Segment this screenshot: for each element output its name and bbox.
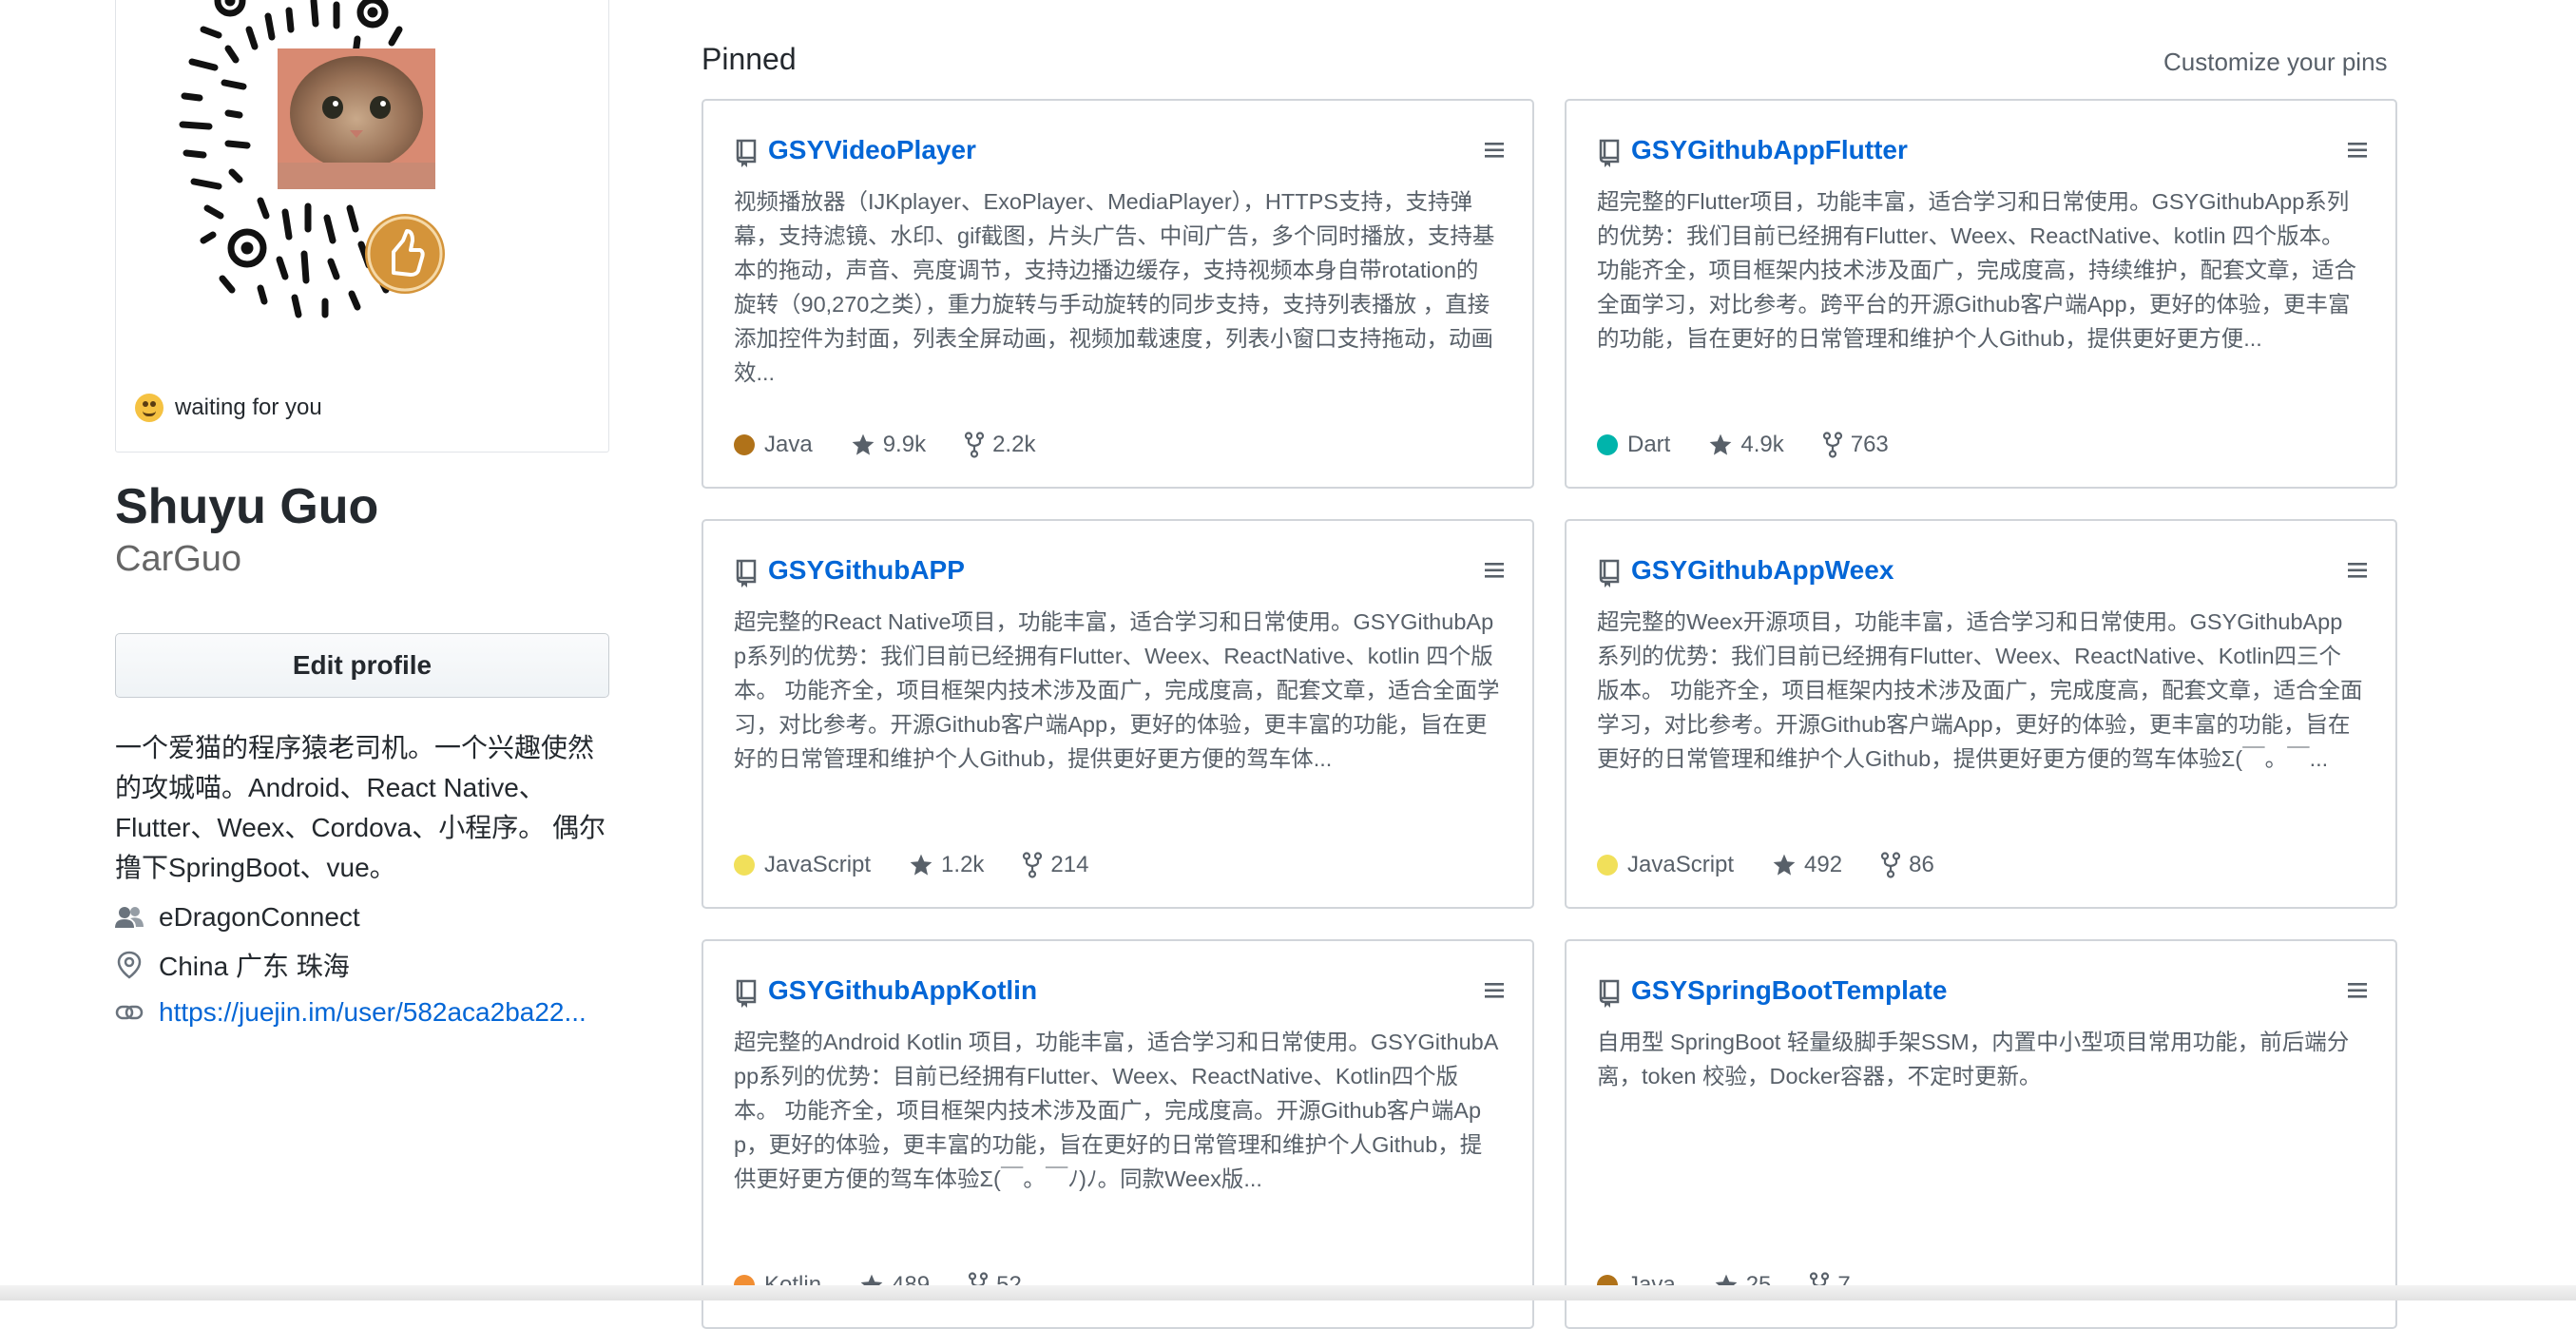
fork-count: 86 — [1909, 852, 1934, 877]
repo-meta: JavaScript 1.2k 214 — [734, 848, 1126, 882]
pinned-repo-card: GSYGithubAPP 超完整的React Native项目，功能丰富，适合学… — [702, 519, 1534, 909]
repo-forks[interactable]: 214 — [1022, 852, 1088, 878]
drag-handle-icon[interactable] — [2348, 563, 2367, 578]
pinned-heading: Pinned — [702, 42, 797, 76]
location-pin-icon — [117, 951, 142, 979]
repo-stars[interactable]: 4.9k — [1708, 432, 1784, 458]
repo-name-link[interactable]: GSYVideoPlayer — [768, 135, 976, 165]
status-text: waiting for you — [175, 395, 322, 420]
repo-description: 自用型 SpringBoot 轻量级脚手架SSM，内置中小型项目常用功能，前后端… — [1597, 1030, 2350, 1088]
drag-handle-icon[interactable] — [1485, 143, 1504, 158]
repo-icon — [736, 139, 757, 167]
repo-stars[interactable]: 492 — [1772, 852, 1842, 878]
repo-name-link[interactable]: GSYGithubAppKotlin — [768, 975, 1037, 1006]
repo-stars[interactable]: 9.9k — [851, 432, 926, 458]
repo-icon — [1599, 979, 1620, 1008]
drag-handle-icon[interactable] — [1485, 563, 1504, 578]
customize-pins-link[interactable]: Customize your pins — [2163, 48, 2388, 77]
repo-forks[interactable]: 2.2k — [964, 432, 1035, 458]
language-name: Java — [764, 432, 813, 457]
organization-detail: eDragonConnect — [115, 898, 360, 936]
language-color-dot — [734, 434, 755, 455]
website-detail: https://juejin.im/user/582aca2ba22... — [115, 993, 586, 1031]
star-count: 492 — [1804, 852, 1843, 877]
pinned-repo-card: GSYGithubAppKotlin 超完整的Android Kotlin 项目… — [702, 939, 1534, 1329]
qr-code-avatar — [179, 0, 445, 318]
repo-meta: JavaScript 492 86 — [1597, 848, 1972, 882]
website-link[interactable]: https://juejin.im/user/582aca2ba22... — [159, 997, 586, 1028]
repo-name-link[interactable]: GSYGithubAPP — [768, 555, 965, 586]
repo-language: JavaScript — [1597, 852, 1734, 878]
repo-description: 视频播放器（IJKplayer、ExoPlayer、MediaPlayer），H… — [734, 189, 1495, 385]
drag-handle-icon[interactable] — [2348, 143, 2367, 158]
fork-count: 2.2k — [992, 432, 1036, 457]
location-text: China 广东 珠海 — [159, 952, 350, 981]
repo-meta: Dart 4.9k 763 — [1597, 428, 1927, 462]
repo-icon — [736, 559, 757, 587]
repo-name-link[interactable]: GSYSpringBootTemplate — [1631, 975, 1947, 1006]
star-count: 1.2k — [941, 852, 985, 877]
repo-meta: Java 9.9k 2.2k — [734, 428, 1073, 462]
language-name: JavaScript — [1627, 852, 1735, 877]
repo-language: Dart — [1597, 432, 1670, 458]
repo-icon — [1599, 559, 1620, 587]
repo-language: Java — [734, 432, 813, 458]
star-icon — [1709, 433, 1732, 455]
profile-bio: 一个爱猫的程序猿老司机。一个兴趣使然的攻城喵。Android、React Nat… — [115, 733, 606, 882]
repo-forks[interactable]: 763 — [1822, 432, 1889, 458]
repo-description: 超完整的Flutter项目，功能丰富，适合学习和日常使用。GSYGithubAp… — [1597, 189, 2356, 351]
smiley-cat-icon — [135, 394, 163, 422]
language-color-dot — [734, 855, 755, 876]
fork-icon — [1880, 852, 1901, 878]
people-icon — [115, 907, 144, 928]
language-color-dot — [1597, 434, 1618, 455]
edit-profile-button[interactable]: Edit profile — [115, 633, 609, 698]
language-color-dot — [1597, 855, 1618, 876]
avatar-card: waiting for you — [115, 0, 609, 453]
repo-stars[interactable]: 1.2k — [909, 852, 984, 878]
pinned-repo-card: GSYGithubAppFlutter 超完整的Flutter项目，功能丰富，适… — [1565, 99, 2397, 489]
repo-forks[interactable]: 86 — [1880, 852, 1934, 878]
repo-language: JavaScript — [734, 852, 871, 878]
pinned-repo-card: GSYGithubAppWeex 超完整的Weex开源项目，功能丰富，适合学习和… — [1565, 519, 2397, 909]
repo-icon — [1599, 139, 1620, 167]
star-icon — [1773, 854, 1796, 876]
fork-count: 763 — [1850, 432, 1889, 457]
location-detail: China 广东 珠海 — [115, 946, 350, 984]
fork-icon — [1023, 852, 1043, 878]
fork-icon — [1822, 432, 1842, 458]
profile-username: CarGuo — [115, 539, 242, 579]
drag-handle-icon[interactable] — [1485, 983, 1504, 998]
bottom-edge — [0, 1285, 2576, 1300]
repo-icon — [736, 979, 757, 1008]
drag-handle-icon[interactable] — [2348, 983, 2367, 998]
pinned-repo-card: GSYVideoPlayer 视频播放器（IJKplayer、ExoPlayer… — [702, 99, 1534, 489]
user-status[interactable]: waiting for you — [135, 389, 322, 427]
repo-description: 超完整的Android Kotlin 项目，功能丰富，适合学习和日常使用。GSY… — [734, 1030, 1499, 1191]
link-icon — [115, 1005, 144, 1020]
repo-name-link[interactable]: GSYGithubAppFlutter — [1631, 135, 1908, 165]
star-count: 9.9k — [882, 432, 927, 457]
star-icon — [852, 433, 875, 455]
pinned-repo-card: GSYSpringBootTemplate 自用型 SpringBoot 轻量级… — [1565, 939, 2397, 1329]
organization-name: eDragonConnect — [159, 902, 360, 932]
language-name: JavaScript — [764, 852, 872, 877]
repo-description: 超完整的React Native项目，功能丰富，适合学习和日常使用。GSYGit… — [734, 609, 1500, 771]
language-name: Dart — [1627, 432, 1671, 457]
star-icon — [910, 854, 932, 876]
profile-full-name: Shuyu Guo — [115, 479, 379, 534]
fork-count: 214 — [1050, 852, 1089, 877]
fork-icon — [964, 432, 985, 458]
repo-name-link[interactable]: GSYGithubAppWeex — [1631, 555, 1894, 586]
repo-description: 超完整的Weex开源项目，功能丰富，适合学习和日常使用。GSYGithubApp… — [1597, 609, 2363, 771]
star-count: 4.9k — [1740, 432, 1784, 457]
